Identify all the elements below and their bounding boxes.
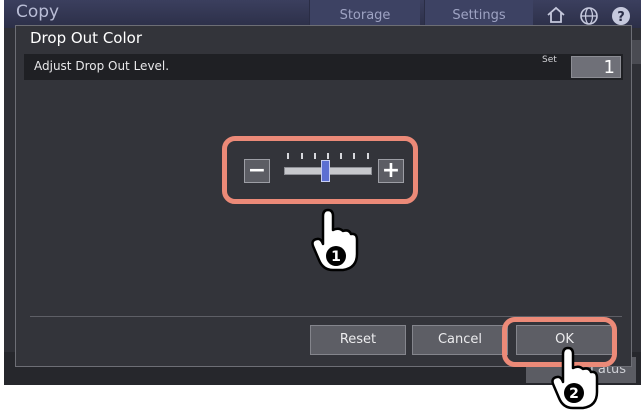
home-icon[interactable]	[545, 4, 567, 26]
hand-pointer-icon-step-2: 2	[551, 346, 599, 410]
set-value-display: 1	[571, 56, 621, 78]
slider-tick	[367, 153, 369, 159]
app-title: Copy	[16, 2, 60, 22]
instruction-text: Adjust Drop Out Level.	[34, 59, 170, 73]
globe-icon[interactable]	[578, 4, 600, 26]
tab-storage[interactable]: Storage	[309, 0, 420, 28]
slider-tick	[353, 153, 355, 159]
cancel-button[interactable]: Cancel	[412, 325, 508, 355]
slider-tick	[301, 153, 303, 159]
slider-tick	[314, 153, 316, 159]
slider-tick	[327, 153, 329, 159]
reset-button[interactable]: Reset	[310, 325, 406, 355]
set-label: Set	[542, 55, 557, 65]
hand-pointer-icon-step-1: 1	[311, 208, 359, 272]
decrease-button[interactable]: −	[244, 159, 270, 183]
slider-tick	[340, 153, 342, 159]
tab-settings[interactable]: Settings	[424, 0, 533, 28]
step-1-number: 1	[331, 249, 341, 265]
top-bar: Copy Storage Settings ?	[4, 0, 641, 28]
slider-tick	[287, 153, 289, 159]
drop-out-level-slider: − +	[231, 143, 411, 196]
dialog-title: Drop Out Color	[30, 29, 142, 47]
dialog-header-strip: Adjust Drop Out Level. Set 1	[24, 54, 623, 80]
step-2-number: 2	[569, 386, 579, 402]
svg-text:?: ?	[617, 10, 625, 25]
help-icon[interactable]: ?	[610, 4, 632, 26]
increase-button[interactable]: +	[378, 159, 404, 183]
slider-thumb[interactable]	[321, 160, 330, 182]
